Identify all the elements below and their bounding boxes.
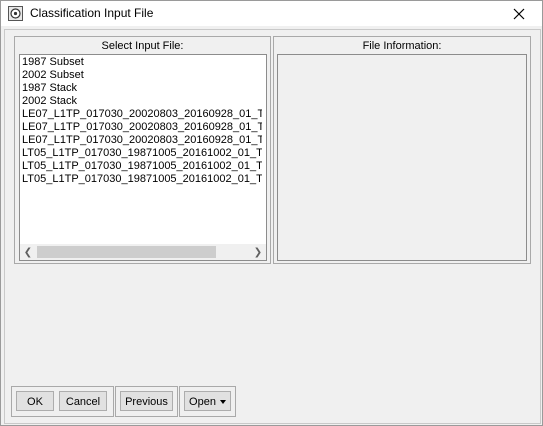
- list-item[interactable]: LT05_L1TP_017030_19871005_20161002_01_T1: [22, 147, 262, 160]
- open-group: Open: [179, 386, 236, 417]
- list-item[interactable]: LT05_L1TP_017030_19871005_20161002_01_T1: [22, 160, 262, 173]
- horizontal-scrollbar[interactable]: ❮ ❯: [20, 244, 266, 260]
- list-item[interactable]: 2002 Stack: [22, 95, 262, 108]
- ok-cancel-group: OK Cancel: [11, 386, 114, 417]
- close-icon: [513, 8, 525, 19]
- select-input-file-panel: Select Input File: 1987 Subset 2002 Subs…: [14, 36, 271, 264]
- close-button[interactable]: [496, 1, 542, 26]
- open-button[interactable]: Open: [184, 391, 231, 411]
- list-item[interactable]: 1987 Subset: [22, 56, 262, 69]
- cancel-button[interactable]: Cancel: [59, 391, 107, 411]
- scroll-left-icon[interactable]: ❮: [20, 244, 36, 260]
- ok-button[interactable]: OK: [16, 391, 54, 411]
- scrollbar-thumb[interactable]: [37, 246, 216, 258]
- list-item[interactable]: LT05_L1TP_017030_19871005_20161002_01_T1: [22, 173, 262, 186]
- previous-group: Previous: [115, 386, 178, 417]
- list-item[interactable]: 2002 Subset: [22, 69, 262, 82]
- classification-app-icon: [8, 6, 23, 21]
- window-title: Classification Input File: [30, 6, 154, 20]
- file-information-panel: File Information:: [273, 36, 531, 264]
- file-information-label: File Information:: [362, 40, 442, 52]
- previous-button[interactable]: Previous: [120, 391, 173, 411]
- scroll-right-icon[interactable]: ❯: [250, 244, 266, 260]
- list-item[interactable]: LE07_L1TP_017030_20020803_20160928_01_T1: [22, 121, 262, 134]
- list-item[interactable]: LE07_L1TP_017030_20020803_20160928_01_T1: [22, 134, 262, 147]
- dialog-client-area: Select Input File: 1987 Subset 2002 Subs…: [4, 29, 541, 424]
- title-bar[interactable]: Classification Input File: [1, 1, 542, 26]
- open-button-label: Open: [189, 396, 216, 408]
- list-item[interactable]: LE07_L1TP_017030_20020803_20160928_01_T1: [22, 108, 262, 121]
- input-file-list: 1987 Subset 2002 Subset 1987 Stack 2002 …: [22, 56, 262, 186]
- list-item[interactable]: 1987 Stack: [22, 82, 262, 95]
- input-file-listbox[interactable]: 1987 Subset 2002 Subset 1987 Stack 2002 …: [19, 54, 267, 261]
- file-information-box: [277, 54, 527, 261]
- select-input-file-label: Select Input File:: [101, 40, 184, 52]
- chevron-down-icon: [219, 400, 226, 405]
- dialog-window: Classification Input File Select Input F…: [0, 0, 543, 426]
